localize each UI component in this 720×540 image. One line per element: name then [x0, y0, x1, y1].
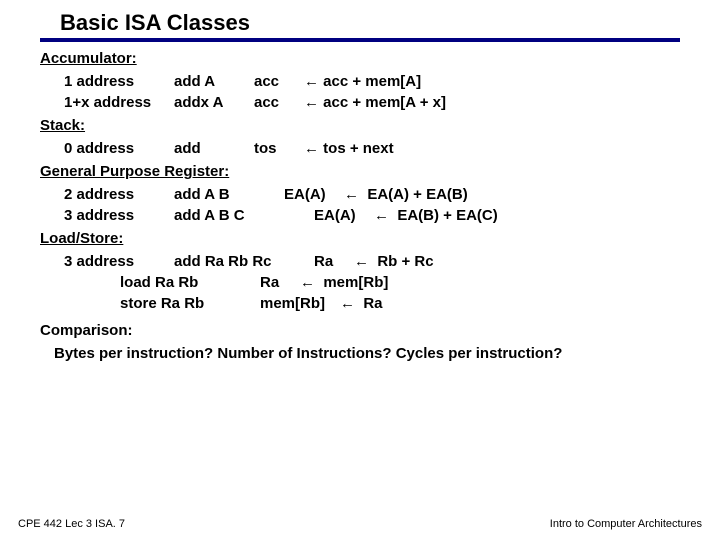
cell-addr: 3 address [64, 253, 174, 270]
cell-instr: add Ra Rb Rc [174, 253, 314, 270]
section-accumulator: Accumulator: [40, 50, 680, 67]
cell-addr: 1 address [64, 73, 174, 90]
cell-lhs: EA(A) [314, 207, 374, 224]
cell-rhs: acc + mem[A] [323, 73, 680, 90]
arrow-icon: ← [340, 295, 355, 312]
cell-instr: load Ra Rb [120, 274, 260, 291]
arrow-icon: ← [300, 274, 315, 291]
arrow-icon: ← [374, 207, 389, 224]
cell-addr: 3 address [64, 207, 174, 224]
cell-lhs: acc [254, 94, 304, 111]
slide-title: Basic ISA Classes [60, 10, 680, 36]
footer-right: Intro to Computer Architectures [550, 518, 702, 530]
arrow-icon: ← [344, 186, 359, 203]
cell-lhs: Ra [260, 274, 300, 291]
cell-rhs: Rb + Rc [377, 253, 680, 270]
title-underline [40, 38, 680, 42]
slide-footer: CPE 442 Lec 3 ISA. 7 Intro to Computer A… [18, 518, 702, 530]
row-gpr-3addr: 3 address add A B C EA(A) ← EA(B) + EA(C… [40, 207, 680, 224]
slide-content: Basic ISA Classes Accumulator: 1 address… [0, 0, 720, 362]
section-stack: Stack: [40, 117, 680, 134]
footer-left: CPE 442 Lec 3 ISA. 7 [18, 518, 125, 530]
cell-instr: addx A [174, 94, 254, 111]
row-acc-1addr: 1 address add A acc ← acc + mem[A] [40, 73, 680, 90]
row-ls-store: store Ra Rb mem[Rb] ← Ra [40, 295, 680, 312]
cell-addr: 2 address [64, 186, 174, 203]
cell-lhs: acc [254, 73, 304, 90]
row-gpr-2addr: 2 address add A B EA(A) ← EA(A) + EA(B) [40, 186, 680, 203]
section-loadstore: Load/Store: [40, 230, 680, 247]
row-acc-1xaddr: 1+x address addx A acc ← acc + mem[A + x… [40, 94, 680, 111]
row-stack-0addr: 0 address add tos ← tos + next [40, 140, 680, 157]
section-gpr: General Purpose Register: [40, 163, 680, 180]
comparison-question: Bytes per instruction? Number of Instruc… [40, 345, 680, 362]
row-ls-load: load Ra Rb Ra ← mem[Rb] [40, 274, 680, 291]
arrow-icon: ← [354, 253, 369, 270]
cell-rhs: EA(B) + EA(C) [397, 207, 680, 224]
cell-rhs: Ra [363, 295, 680, 312]
cell-rhs: tos + next [323, 140, 680, 157]
section-comparison: Comparison: [40, 322, 680, 339]
cell-addr: 0 address [64, 140, 174, 157]
cell-lhs: mem[Rb] [260, 295, 340, 312]
arrow-icon: ← [304, 94, 319, 111]
cell-rhs: EA(A) + EA(B) [367, 186, 680, 203]
cell-instr: add A B C [174, 207, 314, 224]
cell-instr: add A B [174, 186, 284, 203]
cell-instr: store Ra Rb [120, 295, 260, 312]
arrow-icon: ← [304, 73, 319, 90]
row-ls-3addr: 3 address add Ra Rb Rc Ra ← Rb + Rc [40, 253, 680, 270]
cell-rhs: acc + mem[A + x] [323, 94, 680, 111]
cell-instr: add A [174, 73, 254, 90]
cell-addr: 1+x address [64, 94, 174, 111]
cell-lhs: EA(A) [284, 186, 344, 203]
cell-rhs: mem[Rb] [323, 274, 680, 291]
cell-instr: add [174, 140, 254, 157]
cell-lhs: Ra [314, 253, 354, 270]
cell-lhs: tos [254, 140, 304, 157]
arrow-icon: ← [304, 140, 319, 157]
